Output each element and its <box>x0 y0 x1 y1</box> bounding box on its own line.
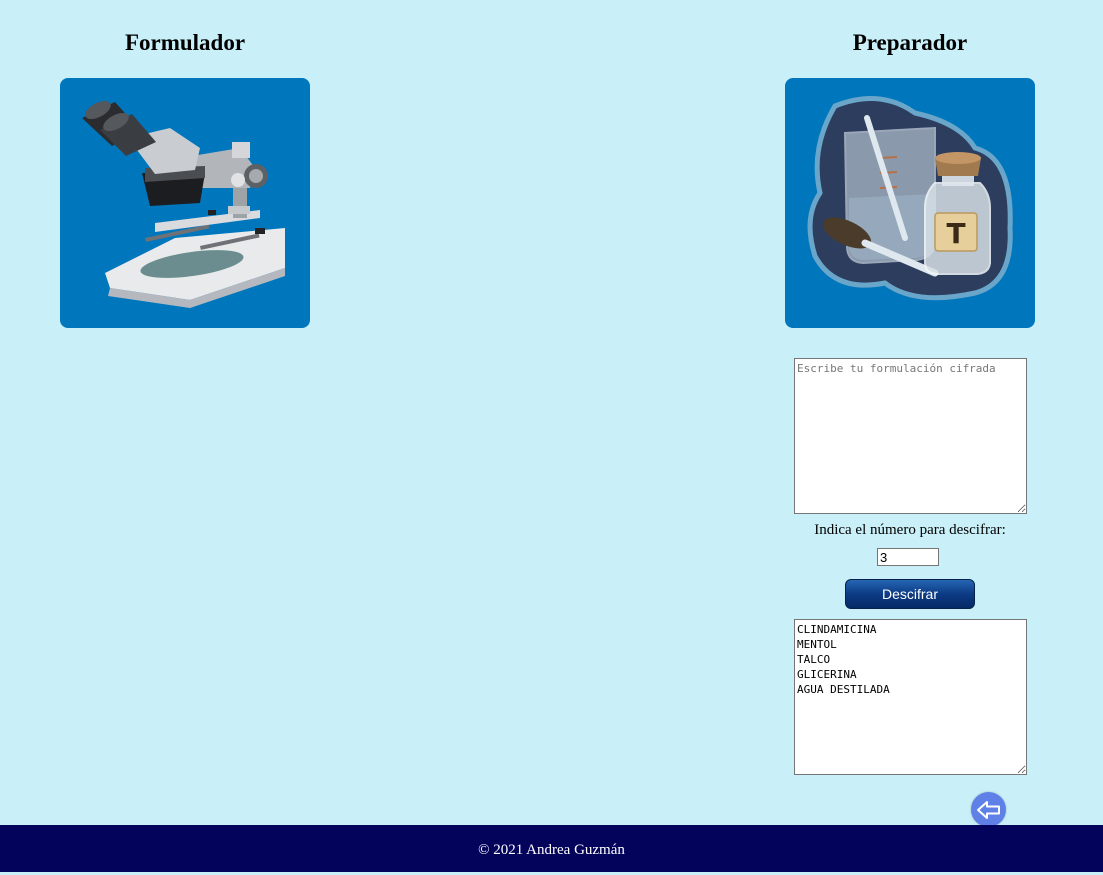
decipher-button[interactable]: Descifrar <box>845 579 975 609</box>
formulador-title: Formulador <box>124 30 246 55</box>
deciphered-output[interactable]: CLINDAMICINA MENTOL TALCO GLICERINA AGUA… <box>794 619 1027 775</box>
preparador-card[interactable]: T <box>785 78 1035 328</box>
preparador-title: Preparador <box>852 30 968 55</box>
footer: © 2021 Andrea Guzmán <box>0 825 1103 872</box>
lab-glassware-icon: T <box>807 95 1013 301</box>
formulador-card[interactable] <box>60 78 310 328</box>
shift-number-input[interactable] <box>877 548 939 566</box>
microscope-icon <box>82 100 285 308</box>
arrow-left-icon <box>976 800 1000 819</box>
copyright-text: © 2021 Andrea Guzmán <box>478 842 625 858</box>
svg-text:T: T <box>946 217 965 250</box>
shift-number-label: Indica el número para descifrar: <box>814 522 1006 538</box>
cipher-input[interactable] <box>794 358 1027 514</box>
back-button[interactable] <box>971 792 1006 827</box>
